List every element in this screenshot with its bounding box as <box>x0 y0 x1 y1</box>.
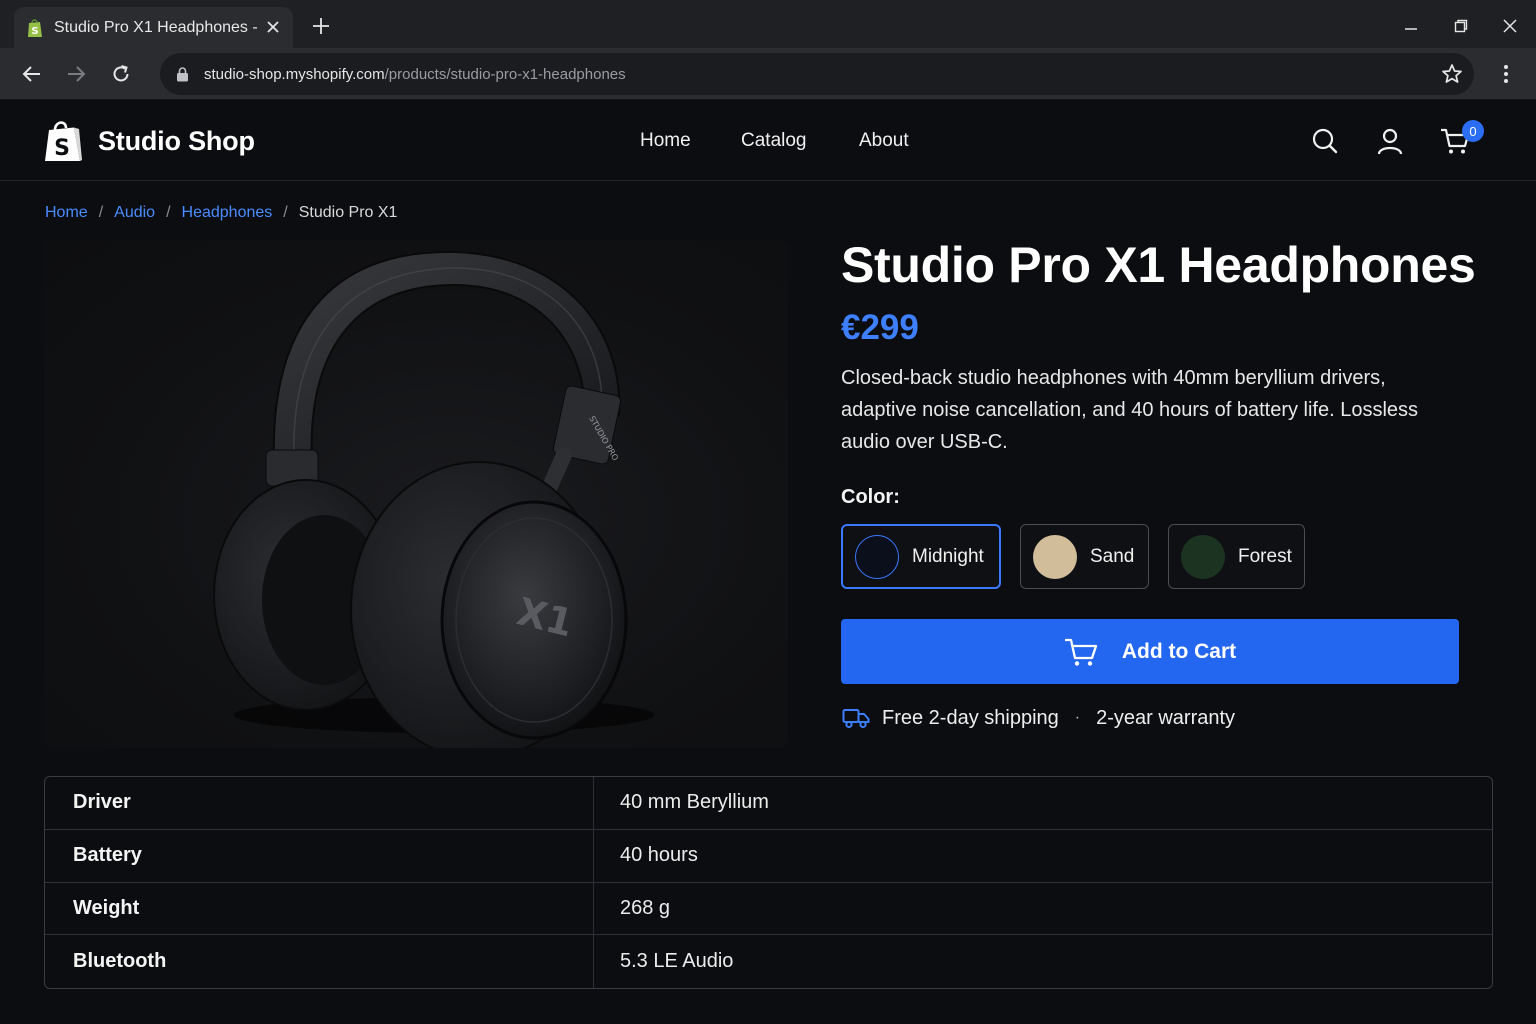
breadcrumb-home[interactable]: Home <box>45 204 88 222</box>
spec-table: Driver 40 mm Beryllium Battery 40 hours … <box>44 776 1493 989</box>
perk-separator: · <box>1074 709 1081 726</box>
truck-icon <box>842 709 870 729</box>
bookmark-star-icon[interactable] <box>1440 62 1464 86</box>
color-option-forest[interactable]: Forest <box>1168 524 1305 589</box>
minimize-icon[interactable] <box>1398 13 1424 39</box>
table-row: Driver 40 mm Beryllium <box>45 777 1492 830</box>
address-bar[interactable]: studio-shop.myshopify.com/products/studi… <box>160 53 1474 95</box>
cart-count-badge: 0 <box>1462 120 1484 142</box>
restore-icon[interactable] <box>1448 13 1474 39</box>
breadcrumb-separator: / <box>98 204 104 221</box>
breadcrumb-current: Studio Pro X1 <box>298 204 398 221</box>
perk-warranty: 2-year warranty <box>1096 706 1236 729</box>
add-to-cart-label: Add to Cart <box>1121 639 1237 663</box>
store-header: S Studio Shop Home Catalog About <box>0 100 1536 181</box>
breadcrumb-audio[interactable]: Audio <box>114 204 155 222</box>
color-option-midnight[interactable]: Midnight <box>841 524 1001 589</box>
spec-key: Battery <box>73 844 142 867</box>
product-description: Closed-back studio headphones with 40mm … <box>841 367 1419 453</box>
spec-value: 40 mm Beryllium <box>620 791 769 814</box>
nav-about[interactable]: About <box>859 130 909 152</box>
table-row: Battery 40 hours <box>45 830 1492 883</box>
headphones-illustration: STUDIO PRO X1 <box>213 250 654 748</box>
lock-icon <box>176 66 190 82</box>
table-row: Weight 268 g <box>45 883 1492 936</box>
search-icon[interactable] <box>1310 126 1340 156</box>
forest-swatch <box>1181 534 1225 579</box>
add-to-cart-button[interactable]: Add to Cart <box>841 619 1459 684</box>
color-label: Color: <box>841 486 900 508</box>
forward-arrow-icon[interactable] <box>62 60 90 88</box>
shopify-favicon-icon: S <box>26 18 44 38</box>
spec-key: Driver <box>73 791 131 814</box>
main-navigation: Home Catalog About <box>0 130 1536 154</box>
browser-menu-icon[interactable] <box>1494 60 1518 88</box>
close-tab-icon[interactable] <box>263 17 283 37</box>
breadcrumb-separator: / <box>166 204 171 221</box>
color-option-label: Forest <box>1238 545 1292 567</box>
cart-icon <box>1064 638 1097 666</box>
back-arrow-icon[interactable] <box>18 60 46 88</box>
browser-tab[interactable]: S Studio Pro X1 Headphones - Studio Shop <box>14 7 293 48</box>
spec-value: 40 hours <box>620 844 698 867</box>
product-price: €299 <box>841 308 919 347</box>
sand-swatch <box>1033 534 1077 579</box>
url-path: /products/studio-pro-x1-headphones <box>384 65 626 83</box>
browser-toolbar: studio-shop.myshopify.com/products/studi… <box>0 48 1536 100</box>
breadcrumb: Home / Audio / Headphones / Studio Pro X… <box>45 204 397 222</box>
shipping-perks: Free 2-day shipping · 2-year warranty <box>842 706 1235 730</box>
tab-title: Studio Pro X1 Headphones - Studio Shop <box>54 18 259 36</box>
new-tab-icon[interactable] <box>308 13 334 39</box>
table-row: Bluetooth 5.3 LE Audio <box>45 935 1492 988</box>
product-title: Studio Pro X1 Headphones <box>841 237 1476 293</box>
reload-icon[interactable] <box>107 60 135 88</box>
breadcrumb-headphones[interactable]: Headphones <box>182 204 273 222</box>
url-host: studio-shop.myshopify.com <box>204 65 385 83</box>
account-icon[interactable] <box>1375 126 1405 156</box>
color-option-sand[interactable]: Sand <box>1020 524 1149 589</box>
product-image: STUDIO PRO X1 <box>44 240 788 748</box>
browser-tab-strip: S Studio Pro X1 Headphones - Studio Shop <box>0 0 1536 48</box>
svg-text:S: S <box>31 26 38 37</box>
perk-shipping: Free 2-day shipping <box>882 706 1059 729</box>
spec-key: Bluetooth <box>73 950 167 973</box>
midnight-swatch <box>855 534 899 579</box>
nav-home[interactable]: Home <box>640 130 691 152</box>
spec-value: 5.3 LE Audio <box>620 950 734 973</box>
close-window-icon[interactable] <box>1497 13 1523 39</box>
breadcrumb-separator: / <box>283 204 288 221</box>
spec-value: 268 g <box>620 896 671 919</box>
spec-key: Weight <box>73 896 140 919</box>
color-option-label: Sand <box>1090 545 1135 567</box>
color-option-label: Midnight <box>912 545 984 567</box>
nav-catalog[interactable]: Catalog <box>741 130 807 152</box>
